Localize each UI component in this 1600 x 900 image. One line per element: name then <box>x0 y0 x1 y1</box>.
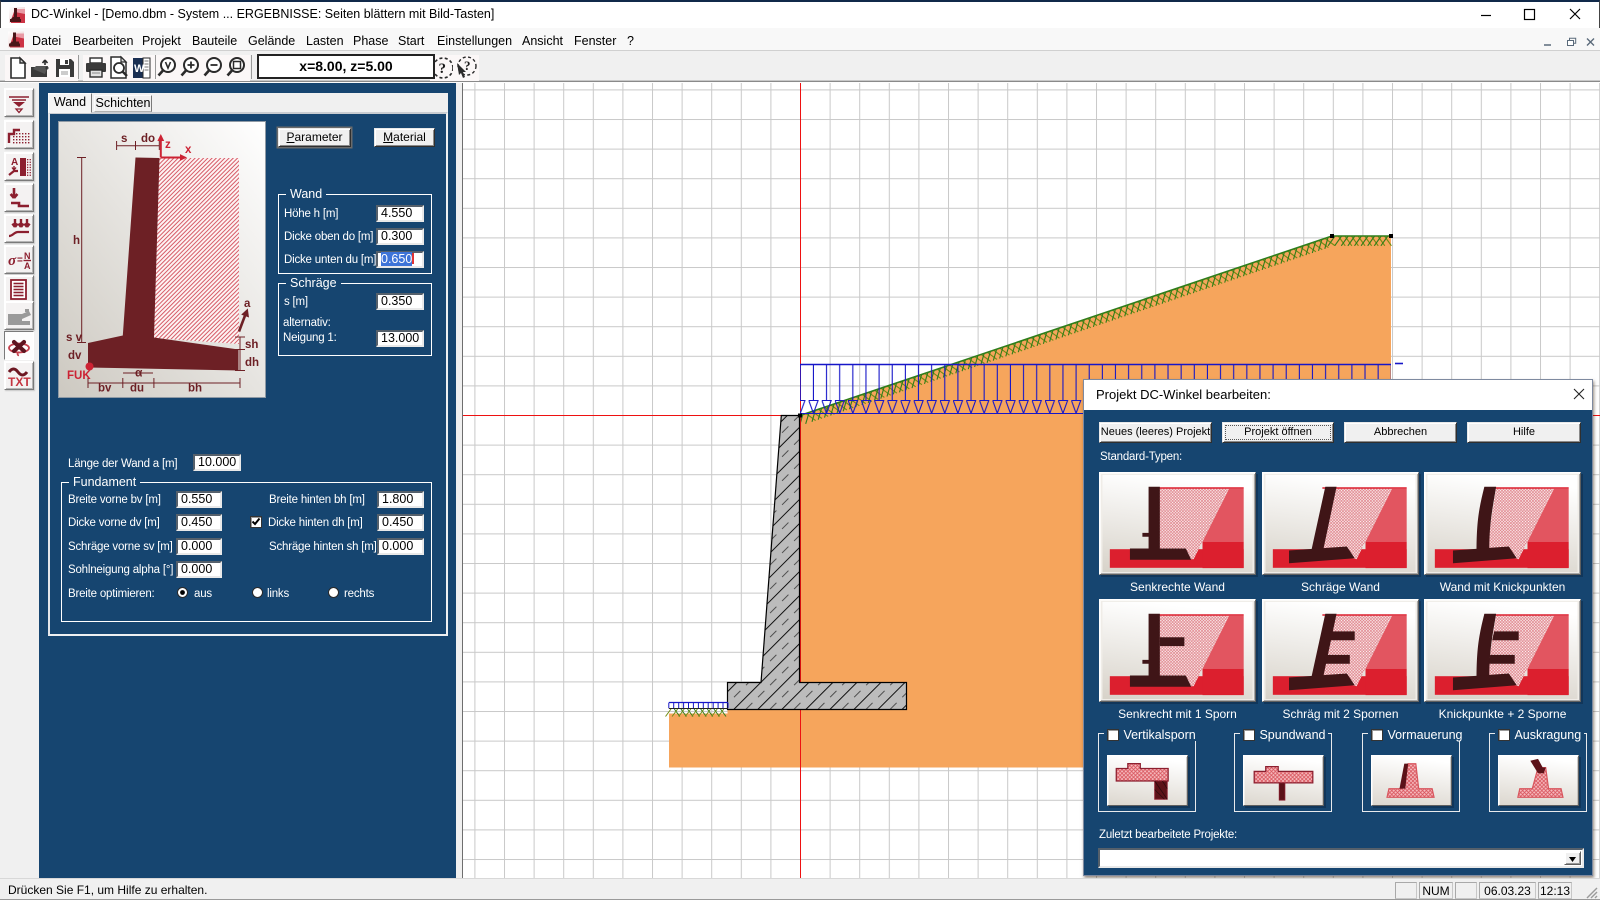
svg-text:x: x <box>185 144 192 156</box>
svg-text:σ: σ <box>8 253 17 269</box>
svg-text:z: z <box>165 139 171 151</box>
svg-text:W: W <box>134 63 145 75</box>
svg-text:FUK: FUK <box>67 370 91 382</box>
svg-text:bh: bh <box>188 383 202 395</box>
svg-text:s: s <box>121 133 127 145</box>
svg-text:TXT: TXT <box>8 375 31 389</box>
svg-text:dh: dh <box>245 357 259 369</box>
svg-text:A: A <box>24 261 31 271</box>
svg-text:=: = <box>17 255 23 266</box>
svg-text:?: ? <box>439 61 447 77</box>
svg-text:s v: s v <box>66 332 83 344</box>
svg-text:bv: bv <box>98 383 112 395</box>
svg-text:?: ? <box>464 58 471 73</box>
svg-text:N: N <box>24 251 31 261</box>
svg-text:du: du <box>130 383 144 395</box>
svg-text:dv: dv <box>68 350 82 362</box>
svg-text:α: α <box>135 366 143 380</box>
svg-text:sh: sh <box>245 339 258 351</box>
svg-text:h: h <box>73 235 80 247</box>
svg-text:do: do <box>141 133 155 145</box>
svg-text:a: a <box>244 298 251 310</box>
